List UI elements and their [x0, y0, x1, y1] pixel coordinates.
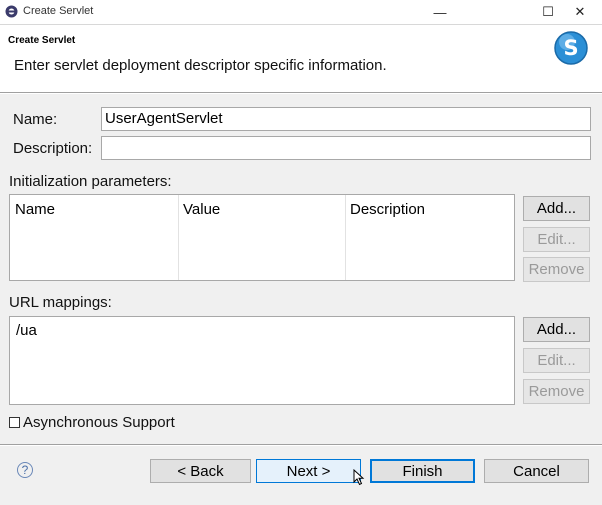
init-params-remove-button[interactable]: Remove: [523, 257, 590, 282]
async-support-checkbox[interactable]: [9, 417, 20, 428]
init-params-edit-button[interactable]: Edit...: [523, 227, 590, 252]
url-mappings-remove-button[interactable]: Remove: [523, 379, 590, 404]
description-label: Description:: [13, 140, 93, 157]
column-header-value[interactable]: Value: [183, 201, 220, 218]
window-title: Create Servlet: [23, 5, 94, 17]
url-mappings-label: URL mappings:: [9, 294, 112, 311]
finish-button[interactable]: Finish: [370, 459, 475, 483]
banner-message: Enter servlet deployment descriptor spec…: [14, 57, 387, 74]
init-params-label: Initialization parameters:: [9, 173, 172, 190]
name-field[interactable]: UserAgentServlet: [101, 107, 591, 131]
column-header-description[interactable]: Description: [350, 201, 425, 218]
name-label: Name:: [13, 111, 58, 128]
next-button[interactable]: Next >: [256, 459, 361, 483]
close-icon: ✕: [574, 4, 586, 19]
url-mappings-list[interactable]: /ua: [9, 316, 515, 405]
banner-title: Create Servlet: [8, 35, 76, 46]
column-divider: [178, 195, 179, 280]
back-button[interactable]: < Back: [150, 459, 251, 483]
column-divider: [345, 195, 346, 280]
app-icon: [5, 5, 18, 18]
mouse-cursor-icon: [353, 469, 365, 486]
close-button[interactable]: ✕: [558, 0, 602, 24]
description-field[interactable]: [101, 136, 591, 160]
footer-separator: [0, 444, 602, 446]
minimize-icon: —: [433, 4, 447, 20]
servlet-logo-icon: S: [554, 31, 588, 65]
url-mappings-edit-button[interactable]: Edit...: [523, 348, 590, 373]
cancel-button[interactable]: Cancel: [484, 459, 589, 483]
banner-separator: [0, 92, 602, 94]
init-params-add-button[interactable]: Add...: [523, 196, 590, 221]
minimize-button[interactable]: —: [417, 0, 463, 24]
list-item[interactable]: /ua: [16, 322, 37, 339]
svg-text:S: S: [563, 36, 578, 60]
column-header-name[interactable]: Name: [15, 201, 55, 218]
init-params-table[interactable]: Name Value Description: [9, 194, 515, 281]
async-support-label[interactable]: Asynchronous Support: [23, 414, 175, 431]
url-mappings-add-button[interactable]: Add...: [523, 317, 590, 342]
maximize-icon: ☐: [542, 4, 554, 19]
help-icon[interactable]: ?: [17, 462, 33, 478]
